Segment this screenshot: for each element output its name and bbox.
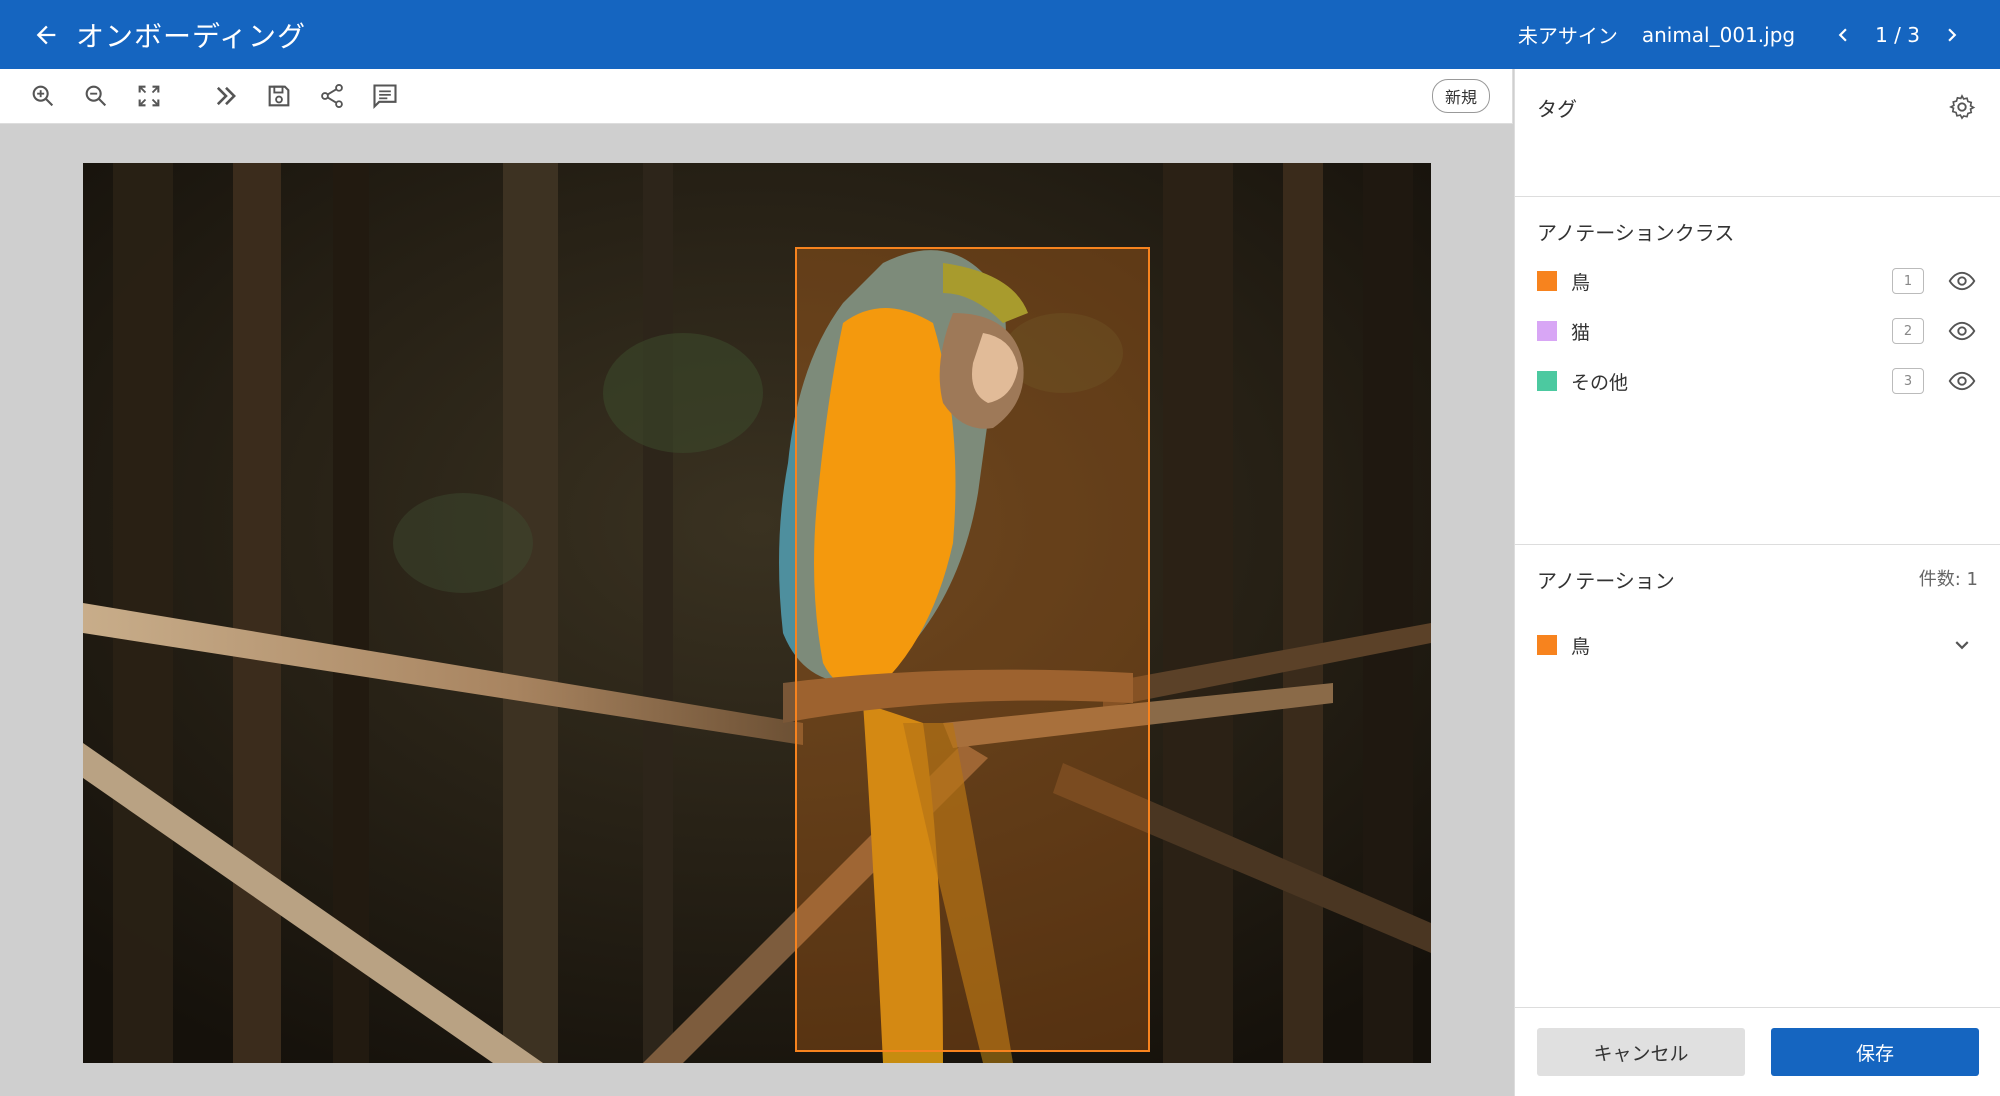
page-title: オンボーディング	[76, 19, 307, 53]
classes-title: アノテーションクラス	[1537, 221, 1735, 245]
back-button[interactable]	[24, 13, 68, 57]
annotation-label: 鳥	[1571, 635, 1591, 658]
next-image-button[interactable]	[1934, 17, 1970, 53]
parrot-photo	[83, 163, 1431, 1063]
zoom-out-icon	[85, 85, 107, 107]
zoom-out-button[interactable]	[76, 76, 116, 116]
toolbar: 新規	[0, 69, 1513, 124]
fit-screen-button[interactable]	[129, 76, 169, 116]
zoom-in-button[interactable]	[23, 76, 63, 116]
eye-icon	[1948, 271, 1976, 291]
comment-icon	[373, 84, 397, 110]
class-label: 猫	[1571, 321, 1591, 344]
app-header: オンボーディング 未アサイン animal_001.jpg 1 / 3	[0, 0, 2000, 69]
hotkey-badge: 1	[1892, 268, 1924, 294]
bounding-box[interactable]	[795, 247, 1150, 1052]
eye-icon	[1948, 371, 1976, 391]
annotation-classes-section: アノテーションクラス 鳥 1 猫 2 その他 3	[1515, 197, 2000, 545]
toggle-visibility-button[interactable]	[1946, 365, 1978, 397]
toggle-visibility-button[interactable]	[1946, 315, 1978, 347]
tag-settings-button[interactable]	[1946, 91, 1978, 123]
annotations-section: アノテーション 件数: 1 鳥	[1515, 545, 2000, 1005]
hotkey-badge: 3	[1892, 368, 1924, 394]
cancel-button[interactable]: キャンセル	[1537, 1028, 1745, 1076]
prev-image-button[interactable]	[1825, 17, 1861, 53]
save-button[interactable]: 保存	[1771, 1028, 1979, 1076]
toggle-visibility-button[interactable]	[1946, 265, 1978, 297]
expand-annotation-button[interactable]	[1946, 629, 1978, 661]
tags-title: タグ	[1537, 97, 1577, 121]
annotations-count: 件数: 1	[1918, 569, 1978, 590]
side-panel: タグ アノテーションクラス 鳥 1 猫 2 その他 3 アノテーション 件数: …	[1514, 69, 2000, 1096]
comment-button[interactable]	[365, 76, 405, 116]
annotation-canvas[interactable]	[0, 124, 1513, 1096]
status-badge[interactable]: 新規	[1431, 79, 1490, 113]
annotations-title: アノテーション	[1537, 569, 1675, 593]
annotation-image[interactable]	[83, 163, 1431, 1063]
chevron-left-icon	[1838, 28, 1847, 41]
save-tool-button[interactable]	[259, 76, 299, 116]
gear-icon	[1949, 94, 1976, 120]
class-label: 鳥	[1571, 271, 1591, 294]
chevron-down-icon	[1955, 641, 1969, 650]
annotation-color-swatch	[1537, 635, 1557, 655]
hotkey-badge: 2	[1892, 318, 1924, 344]
arrow-back-icon	[36, 25, 56, 44]
zoom-in-icon	[32, 85, 54, 107]
assignee-label: 未アサイン	[1517, 24, 1618, 48]
filename-label: animal_001.jpg	[1641, 22, 1796, 47]
class-item-other[interactable]: その他 3	[1537, 361, 1978, 401]
class-item-cat[interactable]: 猫 2	[1537, 311, 1978, 351]
class-item-bird[interactable]: 鳥 1	[1537, 261, 1978, 301]
eye-icon	[1948, 321, 1976, 341]
share-icon	[321, 83, 343, 109]
class-color-swatch	[1537, 371, 1557, 391]
annotation-item-bird[interactable]: 鳥	[1537, 625, 1978, 665]
page-indicator: 1 / 3	[1875, 22, 1920, 47]
tags-section: タグ	[1515, 69, 2000, 197]
class-color-swatch	[1537, 271, 1557, 291]
class-color-swatch	[1537, 321, 1557, 341]
save-icon	[268, 85, 290, 107]
skip-icon	[216, 86, 236, 106]
chevron-right-icon	[1948, 28, 1957, 41]
share-button[interactable]	[312, 76, 352, 116]
class-label: その他	[1571, 371, 1629, 394]
skip-button[interactable]	[206, 76, 246, 116]
panel-footer: キャンセル 保存	[1515, 1007, 2000, 1096]
fit-screen-icon	[138, 85, 160, 107]
